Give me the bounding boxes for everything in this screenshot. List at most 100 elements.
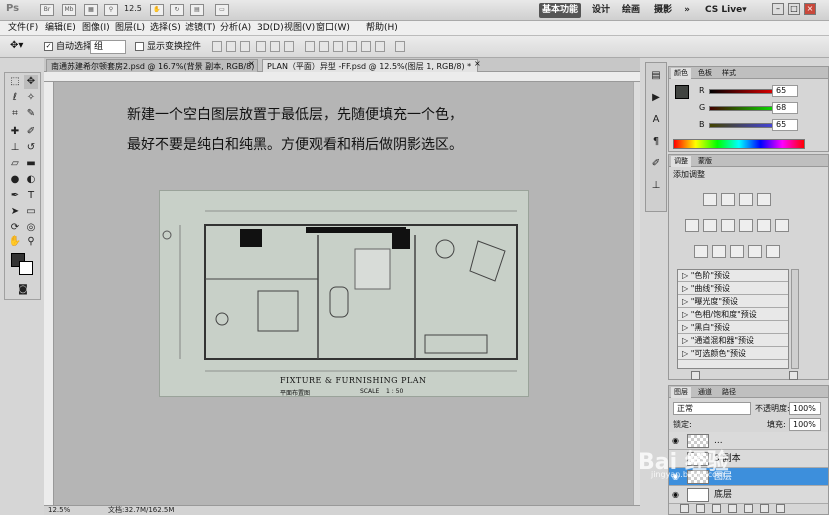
history-brush-icon[interactable]: ↺ <box>24 141 38 155</box>
align-bottom-icon[interactable] <box>240 41 250 52</box>
screen-mode-icon[interactable]: ▭ <box>215 4 229 16</box>
dodge-tool-icon[interactable]: ◐ <box>24 173 38 187</box>
hand-icon[interactable]: ✋ <box>8 235 22 249</box>
minimize-icon[interactable]: – <box>772 3 784 15</box>
menu-image[interactable]: 图像(I) <box>82 22 110 35</box>
b-value-input[interactable]: 65 <box>772 119 798 131</box>
zoom-tool-icon[interactable]: ⚲ <box>24 235 38 249</box>
tab-masks[interactable]: 蒙版 <box>695 156 715 167</box>
eyedropper-icon[interactable]: ✎ <box>24 107 38 121</box>
layer-row[interactable]: ◉ 底层 <box>669 486 828 504</box>
fill-input[interactable]: 100% <box>789 418 821 431</box>
canvas-scrollbar[interactable] <box>633 82 640 505</box>
menu-layer[interactable]: 图层(L) <box>115 22 145 35</box>
quick-mask-icon[interactable]: ◙ <box>16 283 30 297</box>
gradient-icon[interactable]: ▬ <box>24 157 38 171</box>
type-tool-icon[interactable]: T <box>24 189 38 203</box>
menu-window[interactable]: 窗口(W) <box>316 22 350 35</box>
posterize-icon[interactable] <box>712 245 726 258</box>
align-hcenter-icon[interactable] <box>270 41 280 52</box>
hue-sat-icon[interactable] <box>703 219 717 232</box>
clone-stamp-icon[interactable]: ⊥ <box>8 141 22 155</box>
tab-swatches[interactable]: 色板 <box>695 68 715 79</box>
tab-document-1[interactable]: 南通苏建希尔顿套房2.psd @ 16.7%(背景 副本, RGB/8) * <box>46 59 258 72</box>
g-value-input[interactable]: 68 <box>772 102 798 114</box>
exposure-icon[interactable] <box>757 193 771 206</box>
r-value-input[interactable]: 65 <box>772 85 798 97</box>
preset-exposure[interactable]: ▷ "曝光度"预设 <box>678 296 788 308</box>
brush-tool-icon[interactable]: ✐ <box>24 125 38 139</box>
character-panel-icon[interactable]: A <box>649 113 663 127</box>
arrange-docs-icon[interactable]: ▤ <box>190 4 204 16</box>
workspace-painting[interactable]: 绘画 <box>620 3 642 18</box>
clone-source-panel-icon[interactable]: ⊥ <box>649 179 663 193</box>
3d-orbit-icon[interactable]: ◎ <box>24 221 38 235</box>
shape-tool-icon[interactable]: ▭ <box>24 205 38 219</box>
view-extras-icon[interactable]: ▦ <box>84 4 98 16</box>
photo-filter-icon[interactable] <box>757 219 771 232</box>
align-top-icon[interactable] <box>212 41 222 52</box>
color-spectrum[interactable] <box>673 139 805 149</box>
preset-levels[interactable]: ▷ "色阶"预设 <box>678 270 788 282</box>
eye-icon[interactable]: ◉ <box>672 490 682 500</box>
move-tool-preset-icon[interactable]: ✥▾ <box>10 40 32 54</box>
layer-style-icon[interactable] <box>696 504 705 513</box>
menu-file[interactable]: 文件(F) <box>8 22 38 35</box>
tab-color[interactable]: 颜色 <box>671 68 691 79</box>
menu-help[interactable]: 帮助(H) <box>366 22 398 35</box>
layer-row[interactable]: 3 副本 <box>669 450 828 468</box>
workspace-design[interactable]: 设计 <box>590 3 612 18</box>
history-panel-icon[interactable]: ▤ <box>649 69 663 83</box>
status-zoom[interactable]: 12.5% <box>48 506 70 515</box>
hand-tool-icon[interactable]: ✋ <box>150 4 164 16</box>
marquee-tool-icon[interactable]: ⬚ <box>8 75 22 89</box>
tab-channels[interactable]: 通道 <box>695 387 715 398</box>
selective-color-icon[interactable] <box>766 245 780 258</box>
blur-tool-icon[interactable]: ● <box>8 173 22 187</box>
levels-icon[interactable] <box>721 193 735 206</box>
actions-panel-icon[interactable]: ▶ <box>649 91 663 105</box>
preset-curves[interactable]: ▷ "曲线"预设 <box>678 283 788 295</box>
black-white-icon[interactable] <box>739 219 753 232</box>
curves-icon[interactable] <box>739 193 753 206</box>
opacity-input[interactable]: 100% <box>789 402 821 415</box>
align-left-icon[interactable] <box>256 41 266 52</box>
blend-mode-select[interactable]: 正常 <box>673 402 751 415</box>
channel-mixer-icon[interactable] <box>775 219 789 232</box>
tab-layers[interactable]: 图层 <box>671 387 691 398</box>
lasso-tool-icon[interactable]: ℓ <box>8 91 22 105</box>
distribute-vcenter-icon[interactable] <box>319 41 329 52</box>
restore-icon[interactable]: □ <box>788 3 800 15</box>
preset-selective-color[interactable]: ▷ "可选颜色"预设 <box>678 348 788 360</box>
eye-icon[interactable]: ◉ <box>672 436 682 446</box>
preset-channel-mixer[interactable]: ▷ "通道混和器"预设 <box>678 335 788 347</box>
pen-tool-icon[interactable]: ✒ <box>8 189 22 203</box>
menu-filter[interactable]: 滤镜(T) <box>185 22 216 35</box>
tab-styles[interactable]: 样式 <box>719 68 739 79</box>
3d-rotate-icon[interactable]: ⟳ <box>8 221 22 235</box>
distribute-top-icon[interactable] <box>305 41 315 52</box>
tab-adjustments[interactable]: 调整 <box>671 156 691 167</box>
distribute-left-icon[interactable] <box>347 41 357 52</box>
layer-row[interactable]: ◉ ... <box>669 432 828 450</box>
move-tool-icon[interactable]: ✥ <box>24 75 38 89</box>
preset-hue-saturation[interactable]: ▷ "色相/饱和度"预设 <box>678 309 788 321</box>
eraser-icon[interactable]: ▱ <box>8 157 22 171</box>
add-mask-icon[interactable] <box>712 504 721 513</box>
tab-document-1-close-icon[interactable]: × <box>248 59 255 68</box>
minibridge-icon[interactable]: Mb <box>62 4 76 16</box>
healing-brush-icon[interactable]: ✚ <box>8 125 22 139</box>
cs-live-button[interactable]: CS Live▾ <box>705 3 747 18</box>
align-right-icon[interactable] <box>284 41 294 52</box>
link-layers-icon[interactable] <box>680 504 689 513</box>
invert-icon[interactable] <box>694 245 708 258</box>
rotate-view-icon[interactable]: ↻ <box>170 4 184 16</box>
workspace-more[interactable]: » <box>682 3 692 18</box>
menu-3d[interactable]: 3D(D) <box>257 22 284 35</box>
zoom-icon[interactable]: ⚲ <box>104 4 118 16</box>
preset-black-white[interactable]: ▷ "黑白"预设 <box>678 322 788 334</box>
brightness-icon[interactable] <box>703 193 717 206</box>
workspace-photography[interactable]: 摄影 <box>652 3 674 18</box>
workspace-essentials[interactable]: 基本功能 <box>539 3 581 18</box>
paragraph-panel-icon[interactable]: ¶ <box>649 135 663 149</box>
